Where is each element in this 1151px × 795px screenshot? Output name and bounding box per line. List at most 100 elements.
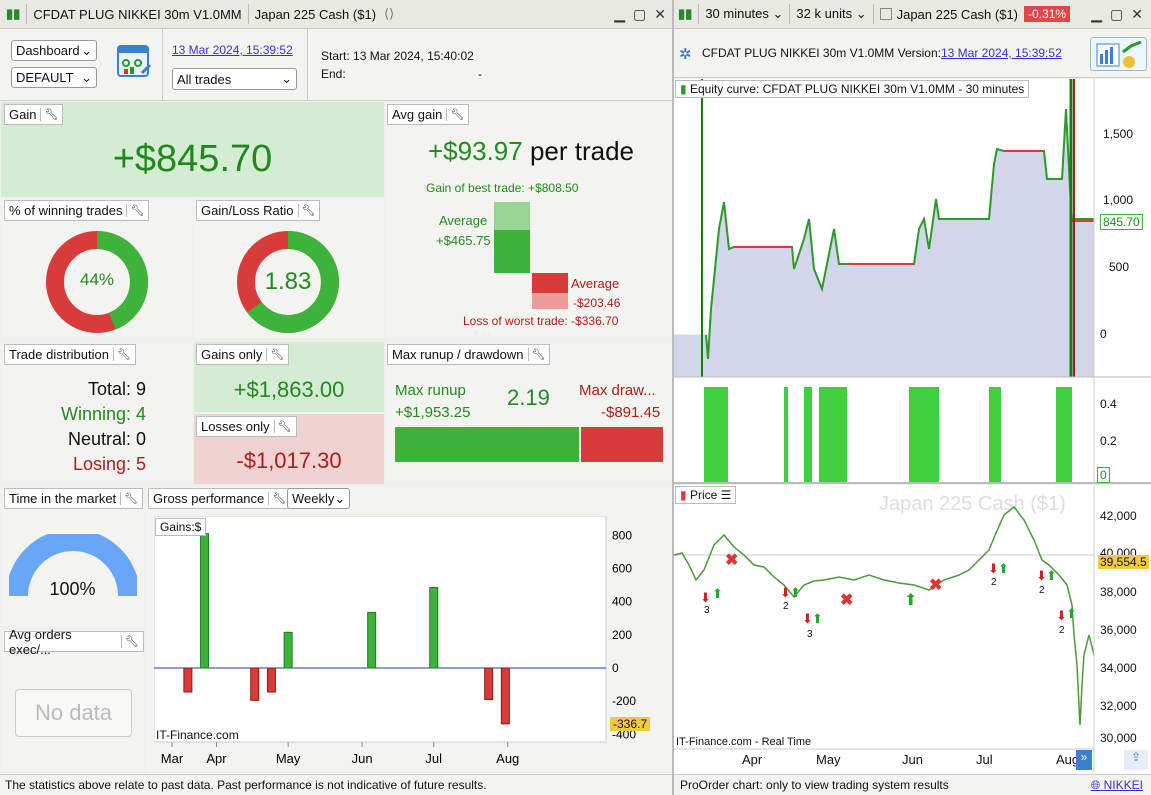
avg-gain-value: +$93.97 <box>428 136 523 166</box>
price-xtick: Apr <box>742 752 763 767</box>
wrench-icon[interactable]: 🔧︎ <box>120 492 138 505</box>
system-name: CFDAT PLUG NIKKEI 30m V1.0MM <box>702 46 895 60</box>
drawdown-bar <box>581 427 663 462</box>
gain-bar <box>500 667 510 725</box>
config-select[interactable]: DEFAULT ⌄ <box>11 67 97 88</box>
neutral-trades: Neutral: 0 <box>67 429 146 449</box>
wrench-icon[interactable]: 🔧︎ <box>121 635 139 648</box>
runup-label: Max runup <box>395 382 466 399</box>
price-ytick: 32,000 <box>1100 699 1137 713</box>
x-tick-label: May <box>276 751 301 766</box>
x-tick-label: Aug <box>496 751 519 766</box>
wrench-icon[interactable]: 🔧︎ <box>268 492 286 505</box>
nikkei-link[interactable]: 🌐︎ NIKKEI <box>1091 778 1143 793</box>
version-date-link[interactable]: 13 Mar 2024, 15:39:52 <box>941 46 1062 60</box>
window-title: CFDAT PLUG NIKKEI 30m V1.0MM <box>33 6 242 22</box>
gain-loss-header: Gain/Loss Ratio 🔧︎ <box>196 200 321 221</box>
wrench-icon[interactable]: 🔧︎ <box>273 420 292 433</box>
share-icon[interactable]: ⟨⟩ <box>384 6 394 22</box>
gross-title: Gross performance <box>153 491 265 506</box>
svg-text:⬇: ⬇ <box>700 590 711 605</box>
distribution-list: Total: 9 Winning: 4 Neutral: 0 Losing: 5 <box>61 377 146 477</box>
winning-pct-panel: % of winning trades 🔧︎ 44% <box>1 198 192 338</box>
jump-latest-icon[interactable]: ⇪ <box>1124 750 1148 770</box>
close-icon[interactable]: ✕ <box>654 6 666 23</box>
view-select[interactable]: Dashboard ⌄ <box>11 40 97 61</box>
y-tick-label: 600 <box>612 561 632 575</box>
price-xtick: Jun <box>902 752 923 767</box>
scroll-right-icon[interactable]: » <box>1076 750 1092 770</box>
units-select[interactable]: 32 k units ⌄ <box>796 6 866 22</box>
nikkei-label: NIKKEI <box>1103 778 1143 792</box>
position-last-badge: 0 <box>1097 467 1110 483</box>
wrench-icon[interactable]: 🔧︎ <box>446 108 464 121</box>
chart-plot-area <box>154 516 607 743</box>
avg-gain-title: Avg gain <box>392 107 443 122</box>
wrench-icon[interactable]: 🔧︎ <box>112 348 131 361</box>
period-select[interactable]: Weekly ⌄ <box>287 488 350 509</box>
price-chart: ⬇ ⬆ ✖ ⬇ ⬆ ✖ ⬇ ⬆ ⬆ ✖ ⬇ ⬆ ⬇ ⬆ ⬇ ⬆ <box>674 485 1095 774</box>
svg-text:⬆: ⬆ <box>904 592 917 609</box>
price-title: Price <box>689 488 718 502</box>
y-tick-label: -200 <box>612 694 636 708</box>
losses-only-header: Losses only 🔧︎ <box>196 416 297 437</box>
chevron-down-icon: ⌄ <box>281 71 292 86</box>
trade-distribution-title: Trade distribution <box>9 347 109 362</box>
price-ytick: 34,000 <box>1100 661 1137 675</box>
avg-loss-value: -$203.46 <box>573 296 621 310</box>
gain-loss-value: 1.83 <box>264 268 312 295</box>
view-select-value: Dashboard <box>16 43 80 58</box>
minimize-icon[interactable]: ▁ <box>614 6 625 23</box>
wrench-icon[interactable]: 🔧︎ <box>297 204 315 217</box>
y-tick-label: 400 <box>612 595 632 609</box>
start-info: Start: 13 Mar 2024, 15:40:02 <box>321 49 474 63</box>
svg-text:⬆: ⬆ <box>998 561 1009 576</box>
timeframe-select[interactable]: 30 minutes ⌄ <box>705 6 783 22</box>
time-in-market-value: 100% <box>49 579 96 599</box>
maximize-icon[interactable]: ▢ <box>633 6 646 23</box>
end-label: End: <box>321 67 346 81</box>
best-trade-bar <box>494 202 530 230</box>
price-ytick: 38,000 <box>1100 585 1137 599</box>
config-select-value: DEFAULT <box>16 70 74 85</box>
gain-title: Gain <box>9 107 37 122</box>
date-link[interactable]: 13 Mar 2024, 15:39:52 <box>172 43 293 57</box>
price-chart-panel: ▮ Price ☰ Japan 225 Cash ($1) ⬇ ⬆ ✖ ⬇ ⬆ ✖ … <box>674 485 1151 774</box>
runup-title: Max runup / drawdown <box>392 347 524 362</box>
avg-win-bar <box>494 230 530 273</box>
wrench-icon[interactable]: 🔧︎ <box>126 204 144 217</box>
equity-ytick: 0 <box>1100 327 1107 341</box>
close-icon[interactable]: ✕ <box>1131 6 1143 23</box>
gains-only-panel: Gains only 🔧︎ +$1,863.00 <box>194 342 384 412</box>
trades-select[interactable]: All trades ⌄ <box>172 68 297 90</box>
total-trades: Total: 9 <box>87 379 146 399</box>
right-instrument: Japan 225 Cash ($1) <box>896 6 1019 22</box>
marker-count: 3 <box>807 629 813 640</box>
price-xtick: Jul <box>976 752 993 767</box>
wrench-icon[interactable]: 🔧︎ <box>40 108 58 121</box>
marker-count: 2 <box>783 601 789 612</box>
trading-system-icon[interactable] <box>1090 37 1147 71</box>
time-in-market-panel: Time in the market 🔧︎ 100% <box>1 486 144 626</box>
minimize-icon[interactable]: ▁ <box>1091 6 1102 23</box>
gain-bar <box>250 667 260 701</box>
price-footer: IT-Finance.com - Real Time <box>676 736 812 748</box>
avg-gain-line: +$93.97 per trade <box>428 136 634 167</box>
gains-only-header: Gains only 🔧︎ <box>196 344 290 365</box>
wrench-icon[interactable]: 🔧︎ <box>266 348 284 361</box>
y-tick-label: 800 <box>612 528 632 542</box>
maximize-icon[interactable]: ▢ <box>1110 6 1123 23</box>
list-icon[interactable]: ☰ <box>721 488 732 502</box>
gain-bar <box>429 587 439 669</box>
avg-gain-suffix: per trade <box>529 136 635 166</box>
dashboard-settings-icon[interactable] <box>116 43 154 81</box>
marker-count: 3 <box>704 605 710 616</box>
price-ytick: 42,000 <box>1100 509 1137 523</box>
x-tick-label: Jun <box>352 751 373 766</box>
wrench-icon[interactable]: 🔧︎ <box>527 348 545 361</box>
x-tick-label: Jul <box>425 751 442 766</box>
chart-icon <box>879 8 892 20</box>
svg-text:⬆: ⬆ <box>1046 568 1057 583</box>
avg-win-label: Average <box>439 213 488 228</box>
position-ytick: 0.4 <box>1100 397 1117 411</box>
